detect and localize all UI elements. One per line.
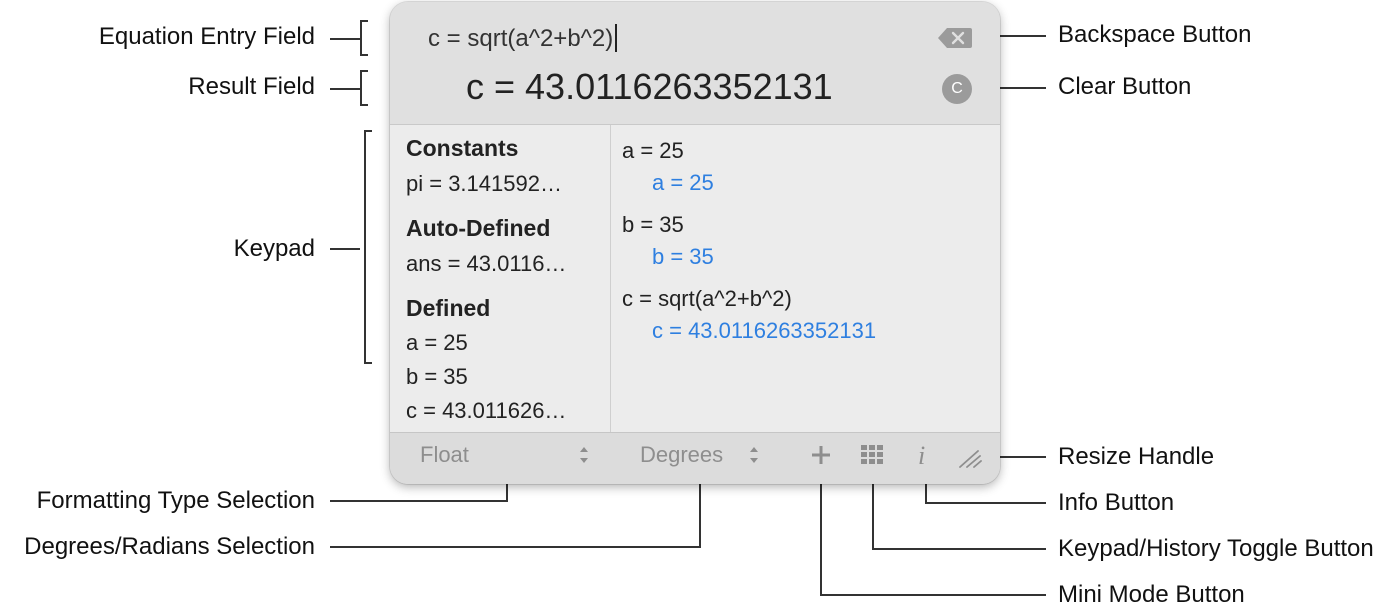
leader-line — [925, 502, 1046, 504]
result-field: c = 43.0116263352131 — [466, 66, 833, 107]
label-info-button: Info Button — [1058, 489, 1175, 516]
bottom-toolbar: Float Degrees i — [390, 432, 1000, 484]
leader-line — [820, 476, 822, 596]
leader-line — [330, 38, 360, 40]
chevron-up-down-icon — [750, 447, 758, 463]
history-output[interactable]: b = 35 — [652, 244, 714, 270]
leader-line — [330, 500, 506, 502]
bracket-line — [360, 104, 368, 106]
calculator-window: c = sqrt(a^2+b^2) c = 43.0116263352131 C… — [390, 2, 1000, 484]
plus-icon[interactable] — [811, 445, 831, 465]
label-clear-button: Clear Button — [1058, 73, 1192, 100]
variables-pane: Constants pi = 3.141592… Auto-Defined an… — [390, 125, 611, 432]
bracket-line — [364, 130, 366, 364]
text-caret — [615, 24, 618, 52]
clear-button[interactable]: C — [942, 74, 972, 104]
label-resize-handle: Resize Handle — [1058, 443, 1215, 470]
bracket-line — [360, 70, 362, 106]
label-formatting-type-selection: Formatting Type Selection — [36, 487, 315, 514]
leader-line — [820, 594, 1046, 596]
history-input[interactable]: b = 35 — [622, 212, 684, 238]
label-result-field: Result Field — [188, 73, 315, 100]
variable-item[interactable]: ans = 43.0116… — [406, 251, 566, 277]
defined-heading: Defined — [406, 295, 491, 321]
leader-line — [699, 478, 701, 548]
bracket-line — [360, 20, 368, 22]
equation-entry-field[interactable]: c = sqrt(a^2+b^2) — [428, 24, 618, 53]
bracket-line — [364, 362, 372, 364]
backspace-icon[interactable] — [938, 27, 972, 49]
bracket-line — [360, 70, 368, 72]
info-icon[interactable]: i — [918, 441, 925, 471]
label-backspace-button: Backspace Button — [1058, 21, 1252, 48]
variable-item[interactable]: b = 35 — [406, 364, 468, 390]
constants-heading: Constants — [406, 135, 519, 161]
variable-item[interactable]: c = 43.011626… — [406, 398, 566, 424]
history-output[interactable]: a = 25 — [652, 170, 714, 196]
leader-line — [330, 88, 360, 90]
keypad-grid-icon[interactable] — [861, 445, 883, 465]
degrees-radians-value: Degrees — [640, 442, 724, 467]
label-degrees-radians-selection: Degrees/Radians Selection — [24, 533, 315, 560]
label-mini-mode-button: Mini Mode Button — [1058, 581, 1245, 608]
variable-item[interactable]: pi = 3.141592… — [406, 171, 562, 197]
label-keypad: Keypad — [233, 235, 315, 262]
leader-line — [330, 248, 360, 250]
leader-line — [872, 476, 874, 550]
bracket-line — [364, 130, 372, 132]
chevron-up-down-icon — [580, 447, 588, 463]
variable-item[interactable]: a = 25 — [406, 330, 468, 356]
leader-line — [872, 548, 1046, 550]
history-input[interactable]: a = 25 — [622, 138, 684, 164]
label-equation-entry-field: Equation Entry Field — [98, 23, 315, 50]
history-pane: a = 25 a = 25 b = 35 b = 35 c = sqrt(a^2… — [611, 125, 1000, 432]
bracket-line — [360, 54, 368, 56]
display-area: c = sqrt(a^2+b^2) c = 43.0116263352131 C — [390, 2, 1000, 125]
label-keypad-history-toggle-button: Keypad/History Toggle Button — [1058, 535, 1374, 562]
equation-text: c = sqrt(a^2+b^2) — [428, 25, 614, 52]
auto-defined-heading: Auto-Defined — [406, 215, 551, 241]
bracket-line — [360, 20, 362, 56]
leader-line — [330, 546, 700, 548]
resize-handle-icon[interactable] — [958, 447, 982, 469]
history-input[interactable]: c = sqrt(a^2+b^2) — [622, 286, 792, 312]
history-output[interactable]: c = 43.0116263352131 — [652, 318, 876, 344]
formatting-type-value: Float — [420, 442, 469, 467]
